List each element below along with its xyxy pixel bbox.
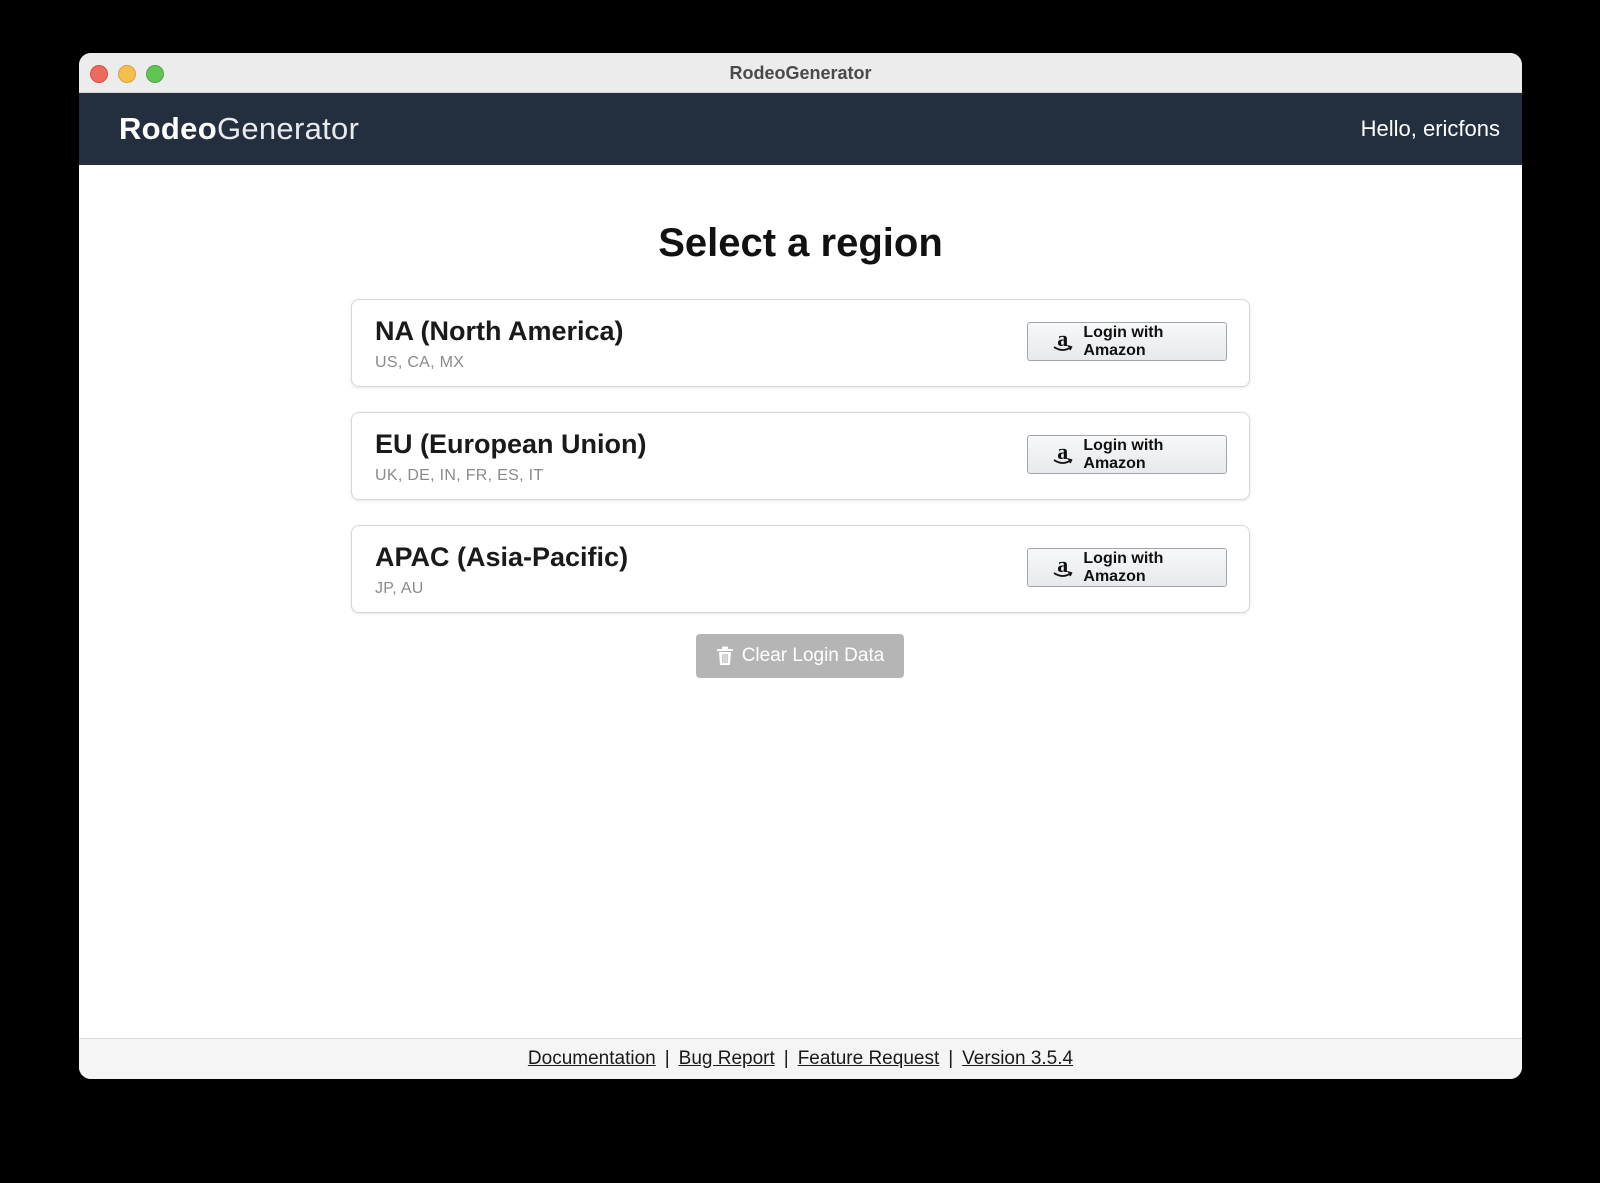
region-name: NA (North America) (375, 316, 624, 346)
region-card-eu: EU (European Union) UK, DE, IN, FR, ES, … (351, 412, 1250, 500)
amazon-logo-icon: a (1050, 327, 1075, 355)
user-greeting: Hello, ericfons (1360, 116, 1500, 141)
login-button-label: Login with Amazon (1083, 549, 1164, 585)
page-title: Select a region (658, 221, 943, 265)
footer-separator: | (783, 1048, 789, 1069)
clear-login-data-button[interactable]: Clear Login Data (696, 634, 904, 678)
window-title: RodeoGenerator (729, 63, 872, 83)
brand-name-light: Generator (216, 111, 360, 146)
region-name: APAC (Asia-Pacific) (375, 542, 629, 572)
login-with-amazon-button-eu[interactable]: a Login with Amazon (1027, 435, 1227, 474)
app-window: RodeoGenerator RodeoGenerator Hello, eri… (79, 53, 1522, 1079)
main-content: Select a region NA (North America) US, C… (79, 165, 1522, 1039)
region-name: EU (European Union) (375, 429, 647, 459)
documentation-link[interactable]: Documentation (528, 1048, 656, 1070)
footer-separator: | (948, 1048, 954, 1069)
region-card-na: NA (North America) US, CA, MX a Login wi… (351, 299, 1250, 387)
login-with-amazon-button-apac[interactable]: a Login with Amazon (1027, 548, 1227, 587)
amazon-logo-icon: a (1050, 553, 1075, 581)
brand-name-bold: Rodeo (119, 111, 217, 146)
region-countries: JP, AU (375, 580, 424, 597)
clear-button-label: Clear Login Data (741, 645, 885, 666)
footer: Documentation | Bug Report | Feature Req… (79, 1038, 1522, 1079)
login-button-label: Login with Amazon (1083, 323, 1164, 359)
login-with-amazon-button-na[interactable]: a Login with Amazon (1027, 322, 1227, 361)
region-countries: UK, DE, IN, FR, ES, IT (375, 467, 544, 484)
region-countries: US, CA, MX (375, 354, 465, 371)
login-button-label: Login with Amazon (1083, 436, 1164, 472)
brand-logo: RodeoGenerator (119, 111, 359, 147)
region-list: NA (North America) US, CA, MX a Login wi… (351, 299, 1250, 638)
footer-separator: | (664, 1048, 670, 1069)
version-link[interactable]: Version 3.5.4 (962, 1048, 1073, 1070)
feature-request-link[interactable]: Feature Request (798, 1048, 940, 1070)
region-card-apac: APAC (Asia-Pacific) JP, AU a Login with … (351, 525, 1250, 613)
bug-report-link[interactable]: Bug Report (679, 1048, 775, 1070)
title-bar: RodeoGenerator (79, 53, 1522, 93)
trash-icon (716, 646, 733, 665)
app-header: RodeoGenerator Hello, ericfons (79, 93, 1522, 165)
amazon-logo-icon: a (1050, 440, 1075, 468)
